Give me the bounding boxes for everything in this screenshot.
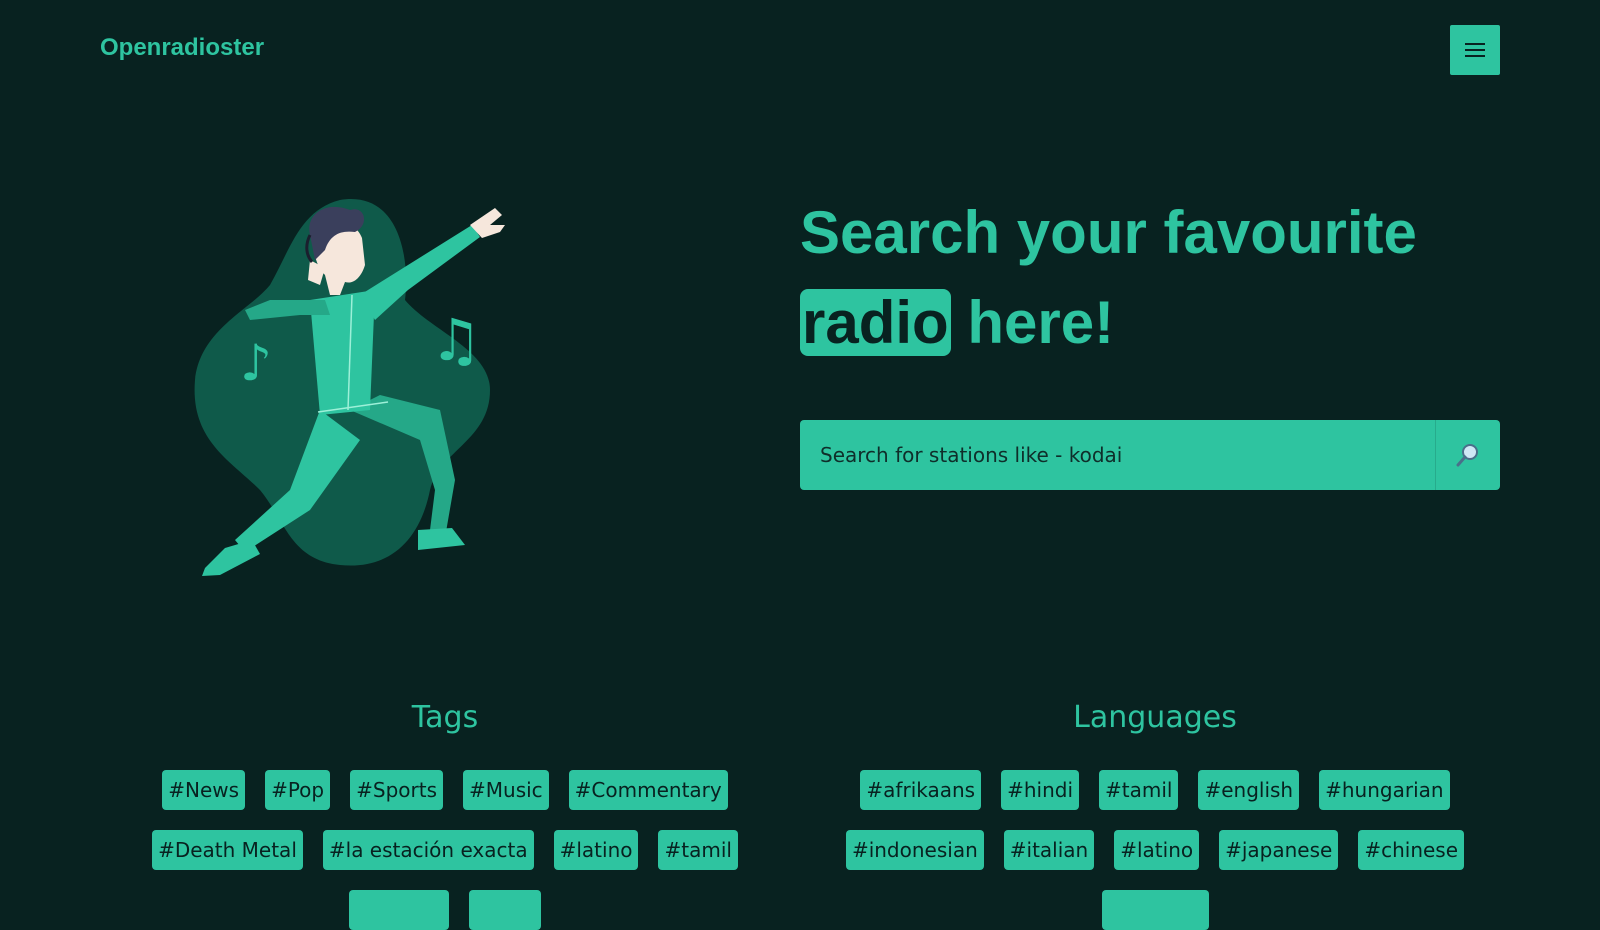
languages-heading: Languages <box>1073 700 1237 735</box>
language-chip-japanese[interactable]: #japanese <box>1219 830 1339 870</box>
language-chip-chinese[interactable]: #chinese <box>1358 830 1465 870</box>
tag-chip-sports[interactable]: #Sports <box>350 770 443 810</box>
music-note-icon: ♪ <box>240 334 272 392</box>
language-chip-english[interactable]: #english <box>1198 770 1300 810</box>
tag-chip-latino[interactable]: #latino <box>553 830 639 870</box>
tag-chip-partial[interactable] <box>349 890 449 930</box>
hero-title-rest: here! <box>950 289 1115 356</box>
tag-chip-partial-2[interactable] <box>469 890 541 930</box>
language-chip-tamil[interactable]: #tamil <box>1099 770 1179 810</box>
search-input[interactable] <box>800 420 1435 490</box>
tags-heading: Tags <box>411 700 479 735</box>
hero-title-highlight: radio <box>800 289 951 356</box>
tag-chip-pop[interactable]: #Pop <box>265 770 331 810</box>
tag-chip-la-estacion-exacta[interactable]: #la estación exacta <box>322 830 534 870</box>
language-chip-latino[interactable]: #latino <box>1114 830 1200 870</box>
search-bar <box>800 420 1500 490</box>
hamburger-icon <box>1465 43 1485 57</box>
tag-chip-death-metal[interactable]: #Death Metal <box>152 830 303 870</box>
menu-button[interactable] <box>1450 25 1500 75</box>
language-chip-hungarian[interactable]: #hungarian <box>1319 770 1450 810</box>
language-chip-hindi[interactable]: #hindi <box>1001 770 1080 810</box>
language-chip-indonesian[interactable]: #indonesian <box>845 830 984 870</box>
language-chip-italian[interactable]: #italian <box>1003 830 1095 870</box>
tag-chip-commentary[interactable]: #Commentary <box>568 770 728 810</box>
tag-chip-tamil[interactable]: #tamil <box>658 830 738 870</box>
hero-title-line1: Search your favourite <box>800 199 1417 266</box>
search-button[interactable] <box>1435 420 1500 490</box>
brand-logo[interactable]: Openradioster <box>100 34 264 62</box>
dancing-person-illustration: ♪ ♫ <box>194 199 505 576</box>
tags-list: #News #Pop #Sports #Music #Commentary #D… <box>100 770 790 930</box>
language-chip-afrikaans[interactable]: #afrikaans <box>860 770 982 810</box>
tag-chip-music[interactable]: #Music <box>463 770 549 810</box>
music-note-icon-2: ♫ <box>430 306 482 374</box>
language-chip-partial[interactable] <box>1101 890 1209 930</box>
magnifier-icon <box>1456 444 1478 467</box>
hero-title: Search your favourite radio here! <box>800 188 1540 368</box>
languages-list: #afrikaans #hindi #tamil #english #hunga… <box>810 770 1500 930</box>
tag-chip-news[interactable]: #News <box>162 770 246 810</box>
